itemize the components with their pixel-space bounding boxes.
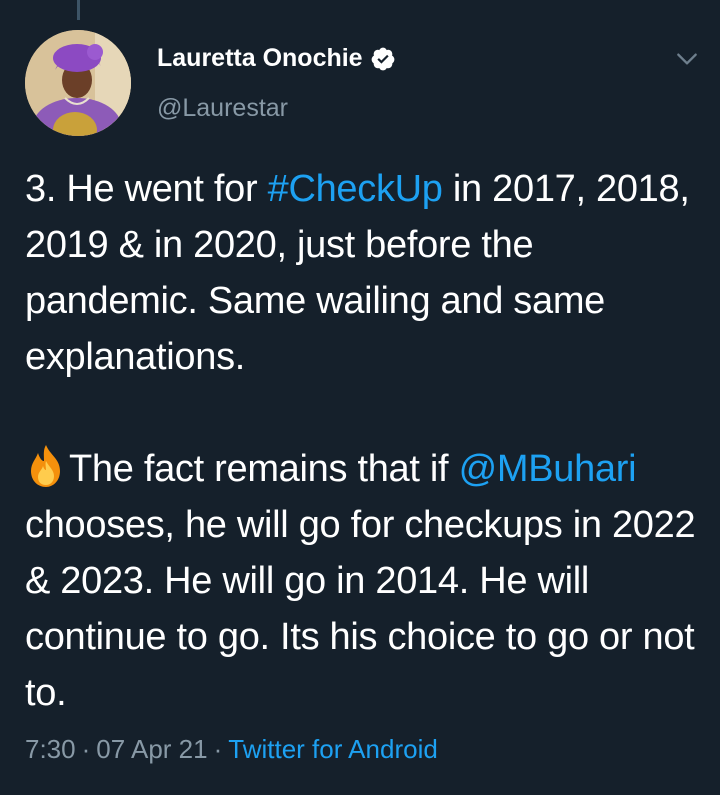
mention-link[interactable]: @MBuhari bbox=[459, 448, 637, 490]
meta-separator: · bbox=[81, 734, 91, 764]
thread-connector-line bbox=[77, 0, 80, 20]
tweet-metadata: 7:30 · 07 Apr 21 · Twitter for Android bbox=[25, 734, 438, 765]
author-display-name[interactable]: Lauretta Onochie bbox=[157, 44, 363, 73]
meta-separator: · bbox=[213, 734, 223, 764]
author-handle[interactable]: @Laurestar bbox=[157, 94, 288, 123]
avatar[interactable] bbox=[25, 30, 131, 136]
tweet-text-segment: The fact remains that if bbox=[69, 448, 459, 490]
avatar-image bbox=[25, 30, 131, 136]
fire-icon bbox=[31, 445, 60, 487]
verified-badge-icon bbox=[371, 47, 394, 70]
tweet-date[interactable]: 07 Apr 21 bbox=[96, 734, 207, 764]
tweet-paragraph-1: 3. He went for #CheckUp in 2017, 2018, 2… bbox=[25, 161, 705, 385]
hashtag-link[interactable]: #CheckUp bbox=[268, 168, 443, 210]
tweet-source-link[interactable]: Twitter for Android bbox=[228, 734, 438, 764]
tweet-text: 3. He went for #CheckUp in 2017, 2018, 2… bbox=[25, 161, 705, 721]
author-name-row[interactable]: Lauretta Onochie bbox=[157, 44, 396, 73]
tweet-text-segment: 3. He went for bbox=[25, 168, 268, 210]
tweet-time[interactable]: 7:30 bbox=[25, 734, 76, 764]
chevron-down-icon[interactable] bbox=[674, 46, 700, 72]
tweet-text-segment: chooses, he will go for checkups in 2022… bbox=[25, 504, 696, 714]
tweet-paragraph-2: The fact remains that if @MBuhari choose… bbox=[25, 441, 705, 721]
